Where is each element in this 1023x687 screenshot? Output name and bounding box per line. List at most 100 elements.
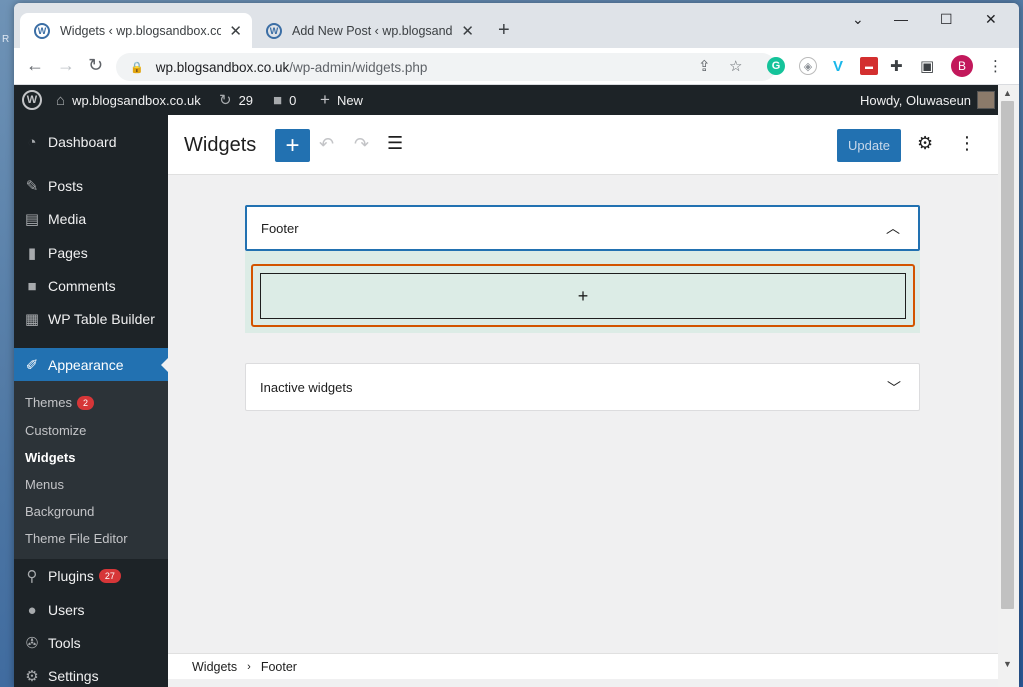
- vimeo-icon[interactable]: V: [829, 57, 847, 75]
- close-window-icon[interactable]: ✕: [985, 11, 997, 28]
- tab-widgets[interactable]: W Widgets ‹ wp.blogsandbox.co.uk ✕: [20, 13, 252, 48]
- minimize-icon[interactable]: —: [894, 11, 908, 27]
- site-name-link[interactable]: ⌂ wp.blogsandbox.co.uk: [56, 85, 201, 115]
- wordpress-icon: W: [266, 22, 282, 39]
- highlight-box: +: [251, 264, 915, 327]
- comment-bubble-icon: ■: [273, 91, 283, 109]
- submenu-item-theme-file-editor[interactable]: Theme File Editor: [25, 531, 128, 546]
- sidebar-item-pages[interactable]: ▮ Pages: [14, 236, 168, 270]
- breadcrumb-item-widgets[interactable]: Widgets: [192, 660, 237, 674]
- lock-icon: 🔒: [130, 61, 144, 74]
- sidebar-item-label: Dashboard: [48, 134, 117, 150]
- widget-area-inactive[interactable]: Inactive widgets ﹀: [245, 363, 920, 411]
- howdy-text: Howdy, Oluwaseun: [860, 92, 972, 108]
- more-options-icon[interactable]: ⋮: [958, 133, 976, 154]
- breadcrumb-item-footer[interactable]: Footer: [261, 660, 297, 674]
- refresh-icon: ↻: [219, 92, 232, 109]
- wordpress-icon: W: [34, 22, 50, 39]
- forward-icon[interactable]: →: [57, 55, 75, 76]
- chrome-menu-icon[interactable]: ⋮: [988, 57, 1003, 75]
- chevron-right-icon: ›: [247, 660, 251, 673]
- tab-search-icon[interactable]: ⌄: [852, 11, 864, 28]
- site-name: wp.blogsandbox.co.uk: [72, 92, 201, 108]
- sidebar-item-label: Appearance: [48, 357, 124, 373]
- puzzle-icon[interactable]: ✚: [890, 57, 903, 75]
- chevron-up-icon[interactable]: ︿: [886, 218, 900, 238]
- grammarly-icon[interactable]: G: [767, 57, 785, 75]
- redo-icon[interactable]: ↷: [354, 134, 369, 155]
- comments-icon: ■: [27, 277, 37, 295]
- plugin-icon: ⚲: [26, 568, 38, 585]
- themes-update-badge: 2: [76, 396, 94, 410]
- widgets-editor: Widgets + ↶ ↷ ☰ Update ⚙ ⋮ Footer ︿ + In…: [168, 115, 998, 687]
- submenu-item-menus[interactable]: Menus: [25, 477, 64, 492]
- sidebar-item-posts[interactable]: ✎ Posts: [14, 169, 168, 203]
- wp-admin-bar: W ⌂ wp.blogsandbox.co.uk ↻ 29 ■ 0 + New …: [14, 85, 998, 115]
- tab-title: Add New Post ‹ wp.blogsandbox.co.uk: [292, 23, 453, 38]
- breadcrumb: Widgets › Footer: [168, 653, 998, 679]
- page-title: Widgets: [184, 134, 257, 156]
- submenu-item-background[interactable]: Background: [25, 504, 94, 519]
- page-scrollbar[interactable]: ▲ ▼: [998, 85, 1019, 687]
- sidebar-item-users[interactable]: ● Users: [14, 593, 168, 627]
- home-icon: ⌂: [56, 91, 66, 109]
- close-icon[interactable]: ✕: [461, 22, 474, 40]
- sidebar-item-label: Users: [48, 602, 85, 618]
- settings-gear-icon[interactable]: ⚙: [917, 133, 933, 154]
- sidebar-item-plugins[interactable]: ⚲ Plugins 27: [14, 559, 168, 593]
- shield-icon[interactable]: ◈: [799, 57, 817, 75]
- sidebar-item-appearance[interactable]: ✐ Appearance: [14, 348, 169, 382]
- comments-link[interactable]: ■ 0: [273, 85, 296, 115]
- pages-icon: ▮: [27, 245, 37, 262]
- sidebar-item-dashboard[interactable]: ◔ Dashboard: [14, 125, 168, 159]
- tab-add-new-post[interactable]: W Add New Post ‹ wp.blogsandbox.co.uk ✕: [252, 13, 484, 48]
- wp-logo-icon[interactable]: W: [22, 85, 42, 115]
- comments-count: 0: [289, 92, 297, 108]
- user-avatar: [977, 91, 996, 109]
- dashboard-icon: ◔: [27, 133, 37, 151]
- submenu-item-themes[interactable]: Themes 2: [25, 395, 94, 410]
- submenu-item-customize[interactable]: Customize: [25, 423, 86, 438]
- browser-toolbar: ← → ↻ 🔒 wp.blogsandbox.co.uk/wp-admin/wi…: [14, 48, 1019, 85]
- new-label: New: [336, 92, 363, 108]
- undo-icon[interactable]: ↶: [319, 134, 334, 155]
- settings-icon: ⚙: [25, 668, 39, 685]
- sidebar-item-comments[interactable]: ■ Comments: [14, 269, 168, 303]
- widget-area-footer-header[interactable]: Footer ︿: [245, 205, 920, 251]
- sidebar-item-settings[interactable]: ⚙ Settings: [14, 659, 168, 687]
- tab-title: Widgets ‹ wp.blogsandbox.co.uk: [60, 23, 222, 38]
- bookmark-star-icon[interactable]: ☆: [729, 57, 742, 75]
- scroll-down-arrow-icon[interactable]: ▼: [1003, 659, 1012, 669]
- submenu-item-widgets[interactable]: Widgets: [25, 450, 75, 465]
- close-icon[interactable]: ✕: [229, 22, 242, 40]
- back-icon[interactable]: ←: [26, 55, 44, 76]
- sidebar-item-label: Settings: [48, 668, 99, 684]
- new-content-link[interactable]: + New: [320, 85, 363, 115]
- sidebar-item-tools[interactable]: ✇ Tools: [14, 626, 168, 660]
- sidebar-item-label: Media: [48, 211, 87, 227]
- share-icon[interactable]: ⇪: [698, 57, 711, 75]
- scrollbar-thumb[interactable]: [1001, 101, 1014, 609]
- editor-header: Widgets + ↶ ↷ ☰ Update ⚙ ⋮: [168, 115, 998, 175]
- red-extension-icon[interactable]: ▬: [860, 57, 878, 75]
- updates-link[interactable]: ↻ 29: [219, 85, 253, 115]
- sidebar-item-media[interactable]: ▤ Media: [14, 202, 168, 236]
- block-inserter-button[interactable]: +: [275, 129, 310, 162]
- address-bar[interactable]: 🔒 wp.blogsandbox.co.uk/wp-admin/widgets.…: [116, 53, 776, 81]
- update-button[interactable]: Update: [837, 129, 901, 162]
- my-account-link[interactable]: Howdy, Oluwaseun: [860, 85, 996, 115]
- url-host: wp.blogsandbox.co.uk: [155, 59, 290, 75]
- widget-area-footer-body: +: [245, 251, 920, 333]
- sidepanel-icon[interactable]: ▣: [920, 57, 934, 75]
- chevron-down-icon[interactable]: ﹀: [887, 378, 901, 398]
- maximize-icon[interactable]: ☐: [940, 11, 953, 28]
- new-tab-button[interactable]: +: [498, 19, 510, 42]
- widget-area-title: Inactive widgets: [260, 380, 353, 395]
- scroll-up-arrow-icon[interactable]: ▲: [1003, 88, 1012, 98]
- sidebar-item-wp-table-builder[interactable]: ▦ WP Table Builder: [14, 302, 168, 336]
- profile-avatar[interactable]: B: [951, 55, 973, 77]
- add-block-button[interactable]: +: [260, 273, 906, 319]
- reload-icon[interactable]: ↻: [88, 55, 103, 76]
- sidebar-item-label: Tools: [48, 635, 81, 651]
- list-view-icon[interactable]: ☰: [387, 133, 403, 154]
